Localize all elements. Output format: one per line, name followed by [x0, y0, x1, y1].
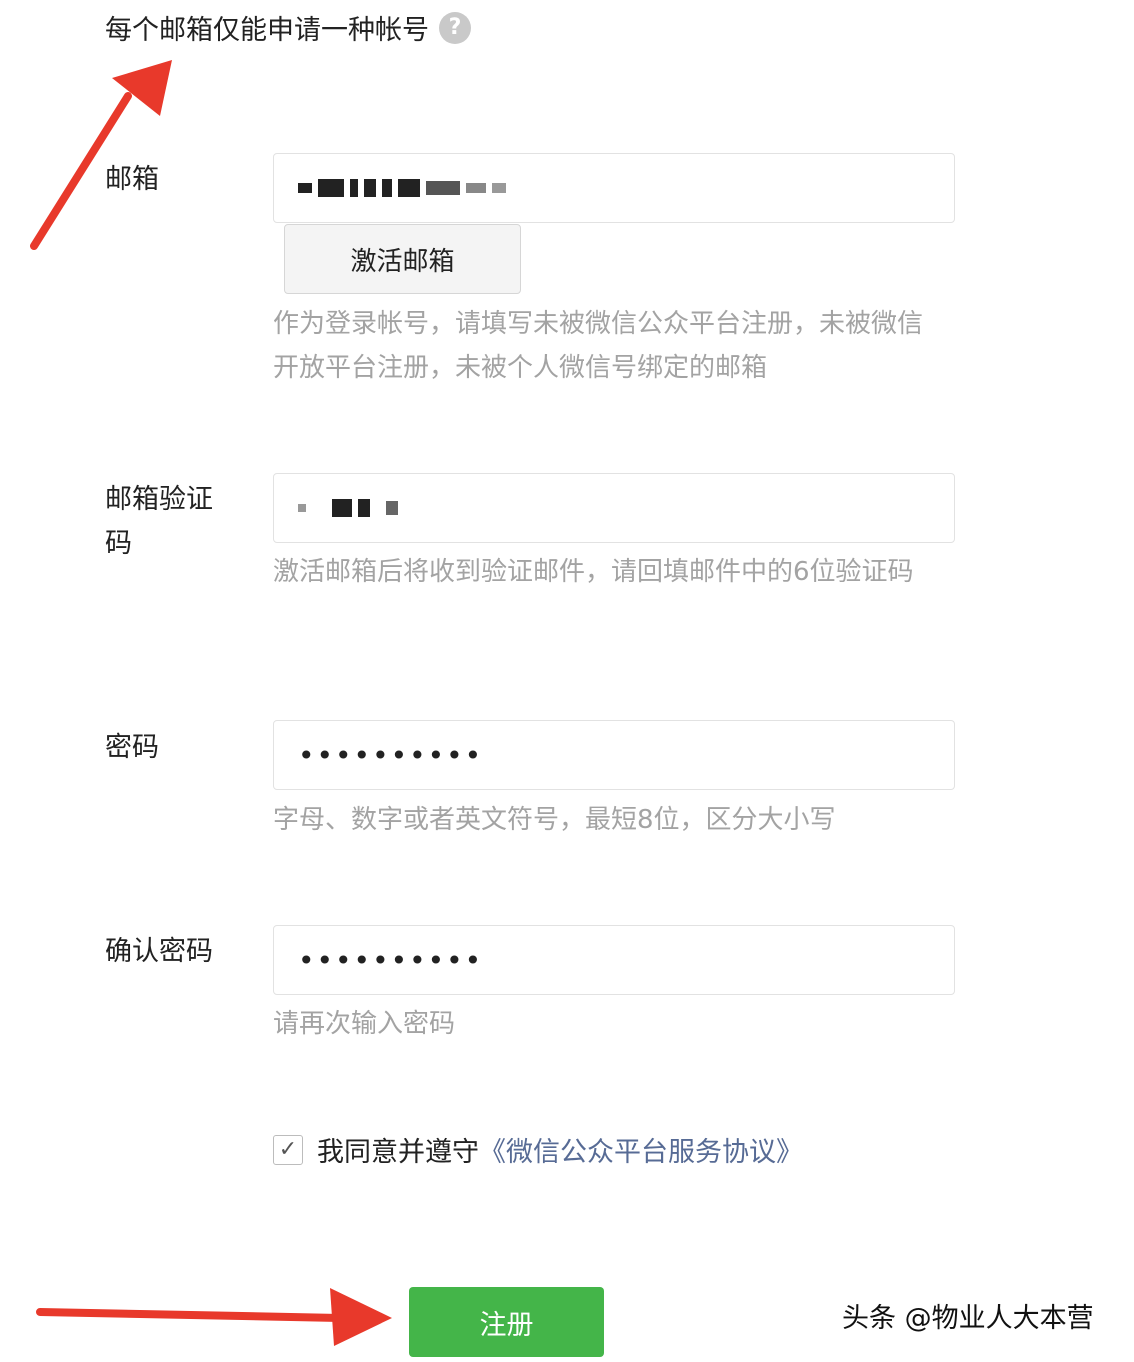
arrow-right-icon	[36, 1288, 392, 1346]
arrow-up-icon	[30, 60, 172, 250]
code-label: 邮箱验证码	[105, 484, 213, 559]
agreement-checkbox[interactable]: ✓	[273, 1134, 303, 1165]
code-field[interactable]	[273, 473, 955, 543]
watermark: 头条 @物业人大本营	[842, 1303, 1094, 1334]
agreement-link[interactable]: 《微信公众平台服务协议》	[479, 1130, 803, 1169]
confirm-password-value: ••••••••••	[298, 943, 484, 977]
email-hint: 作为登录帐号，请填写未被微信公众平台注册，未被微信开放平台注册，未被个人微信号绑…	[273, 309, 924, 383]
password-value: ••••••••••	[298, 738, 484, 772]
code-redacted-value	[298, 499, 398, 517]
password-field[interactable]: ••••••••••	[273, 720, 955, 790]
email-redacted-value	[298, 179, 506, 197]
password-hint: 字母、数字或者英文符号，最短8位，区分大小写	[273, 805, 836, 835]
confirm-password-label: 确认密码	[105, 936, 213, 967]
confirm-password-field[interactable]: ••••••••••	[273, 925, 955, 995]
code-hint: 激活邮箱后将收到验证邮件，请回填邮件中的6位验证码	[273, 557, 914, 587]
check-icon: ✓	[278, 1137, 298, 1162]
email-field[interactable]	[273, 153, 955, 223]
agreement-text: 我同意并遵守	[317, 1137, 479, 1168]
password-label: 密码	[105, 732, 159, 763]
activate-email-button[interactable]: 激活邮箱	[284, 224, 521, 294]
confirm-password-hint: 请再次输入密码	[273, 1009, 456, 1039]
agreement-row: ✓ 我同意并遵守 《微信公众平台服务协议》	[273, 1130, 803, 1169]
register-button[interactable]: 注册	[409, 1287, 604, 1357]
help-icon[interactable]: ?	[439, 11, 471, 44]
